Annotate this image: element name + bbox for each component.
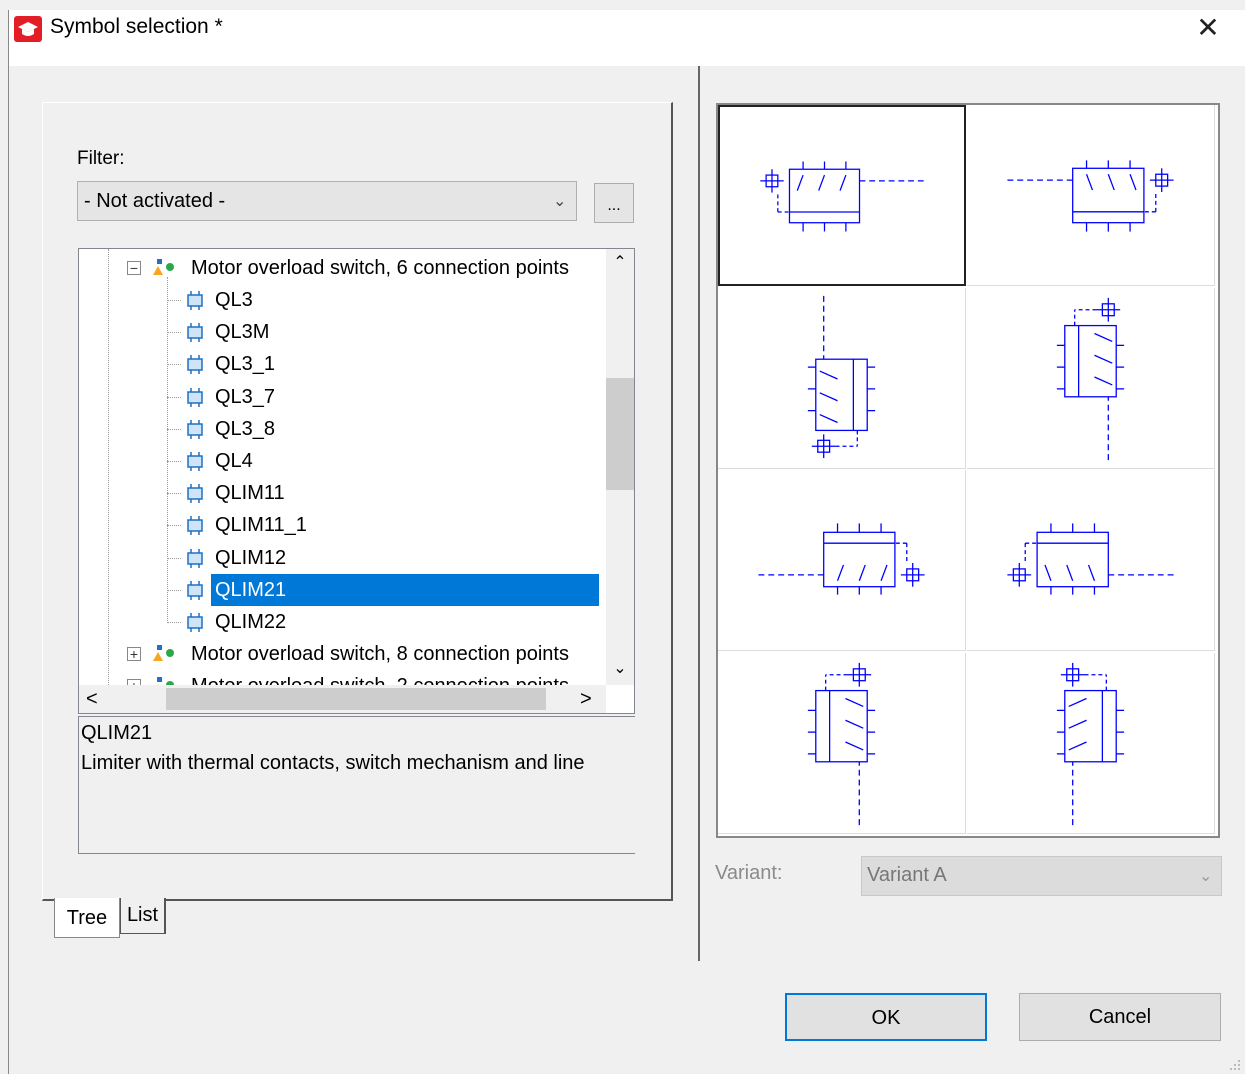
description-text: Limiter with thermal contacts, switch me… xyxy=(81,752,585,774)
symbol-variant-cell[interactable] xyxy=(967,287,1215,469)
filter-more-button[interactable]: ... xyxy=(594,183,634,223)
tree-connector xyxy=(167,461,181,462)
tree-item-label: QLIM12 xyxy=(215,546,287,569)
scroll-right-icon[interactable]: > xyxy=(580,685,592,713)
symbol-icon xyxy=(187,613,203,632)
symbol-icon xyxy=(187,516,203,536)
symbol-tree[interactable]: − Motor overload switch, 6 connection po… xyxy=(78,248,635,714)
tree-connector xyxy=(167,396,181,398)
scroll-up-icon[interactable]: ⌃ xyxy=(606,252,634,272)
symbol-variant-cell[interactable] xyxy=(967,470,1215,651)
tree-connector xyxy=(167,525,181,527)
symbol-icon xyxy=(187,548,203,568)
tree-item-label: QL3_7 xyxy=(215,385,276,408)
close-icon[interactable]: ✕ xyxy=(1190,12,1226,44)
scroll-down-icon[interactable]: ⌄ xyxy=(606,658,634,678)
symbol-icon xyxy=(187,291,203,310)
tree-item-label: QL3_8 xyxy=(215,417,276,440)
tab-list[interactable]: List xyxy=(120,898,166,934)
symbol-variant-cell[interactable] xyxy=(967,652,1215,834)
symbol-preview-icon xyxy=(807,295,876,458)
chevron-down-icon[interactable]: ⌄ xyxy=(1199,866,1212,886)
symbol-group-icon xyxy=(153,259,174,275)
tree-item-label: QL3 xyxy=(215,289,253,311)
symbol-variant-cell[interactable] xyxy=(718,652,966,834)
symbol-preview-icon xyxy=(1007,523,1176,595)
symbol-icon xyxy=(187,323,203,343)
tree-item-label: QL3M xyxy=(215,321,270,344)
tree-item-label: QLIM22 xyxy=(215,611,287,633)
tree-connector xyxy=(167,364,181,366)
symbol-icon xyxy=(187,419,203,439)
tree-item-label: QL4 xyxy=(215,450,253,472)
scroll-left-icon[interactable]: < xyxy=(86,685,98,713)
symbol-preview-icon xyxy=(807,662,876,825)
symbol-icon xyxy=(187,355,203,375)
panel-divider xyxy=(698,66,700,961)
tree-connector xyxy=(167,622,181,623)
tree-item-label: QLIM11_1 xyxy=(215,514,307,537)
variant-value: Variant A xyxy=(867,864,947,886)
symbol-preview-icon xyxy=(756,523,925,595)
tree-item-label: QL3_1 xyxy=(215,353,276,376)
dialog-border xyxy=(8,10,9,1074)
symbol-preview-icon xyxy=(1005,160,1174,232)
ok-button[interactable]: OK xyxy=(785,993,987,1041)
tree-group-label: Motor overload switch, 6 connection poin… xyxy=(191,257,569,279)
tree-connector xyxy=(167,493,181,495)
symbol-icon xyxy=(187,484,203,504)
graduation-cap-icon xyxy=(14,16,42,42)
symbol-variant-cell[interactable] xyxy=(718,287,966,469)
vertical-scroll-thumb[interactable] xyxy=(606,378,634,490)
symbol-variant-cell[interactable] xyxy=(718,105,966,286)
tab-tree[interactable]: Tree xyxy=(54,898,120,938)
tree-item-label: QLIM21 xyxy=(210,572,600,607)
symbol-preview-icon xyxy=(760,161,926,232)
cancel-button[interactable]: Cancel xyxy=(1019,993,1221,1041)
symbol-variant-cell[interactable] xyxy=(967,105,1215,286)
tree-group-label: Motor overload switch, 8 connection poin… xyxy=(191,643,569,665)
symbol-icon xyxy=(187,452,203,471)
tree-connector xyxy=(167,589,181,591)
tree-connector xyxy=(167,428,181,430)
filter-value: - Not activated - xyxy=(84,190,226,212)
symbol-icon xyxy=(187,387,203,407)
window-title: Symbol selection * xyxy=(50,15,223,38)
description-name: QLIM21 xyxy=(81,722,153,744)
symbol-preview-icon xyxy=(1056,662,1125,825)
chevron-down-icon[interactable]: ⌄ xyxy=(553,191,566,211)
symbol-group-icon xyxy=(153,645,174,661)
symbol-variant-cell[interactable] xyxy=(718,470,966,651)
expand-icon[interactable]: + xyxy=(127,647,141,661)
tree-connector xyxy=(167,300,181,301)
symbol-preview-icon xyxy=(1056,297,1125,460)
collapse-icon[interactable]: − xyxy=(127,261,141,275)
resize-grip-icon[interactable] xyxy=(1226,1056,1242,1072)
filter-label: Filter: xyxy=(77,148,125,169)
tree-item-label: QLIM11 xyxy=(215,482,285,505)
horizontal-scroll-thumb[interactable] xyxy=(166,688,546,710)
symbol-icon xyxy=(187,580,203,600)
variant-label: Variant: xyxy=(715,862,783,884)
description-box xyxy=(78,716,635,854)
tree-connector xyxy=(167,557,181,559)
tree-connector xyxy=(167,332,181,334)
